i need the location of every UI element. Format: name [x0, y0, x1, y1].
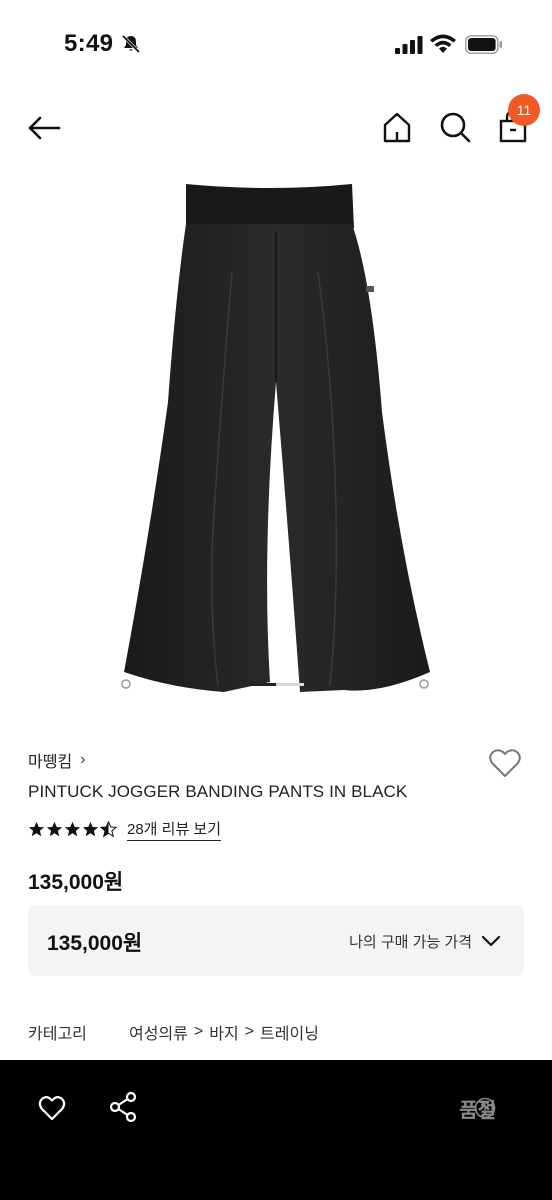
signal-icon — [395, 36, 423, 54]
star-icon — [64, 821, 81, 837]
star-half-icon — [100, 821, 117, 838]
back-arrow-icon — [28, 116, 61, 140]
bottom-action-bar: 품절 — [0, 1060, 552, 1200]
purchase-price-value: 135,000원 — [47, 932, 143, 955]
category-breadcrumb: 여성의류 > 바지 > 트레이닝 — [129, 1020, 319, 1044]
wifi-icon — [430, 34, 456, 53]
brand-link[interactable]: 마뗑킴 › — [28, 748, 86, 772]
home-icon[interactable] — [378, 108, 416, 146]
carousel-dot-active — [248, 683, 276, 686]
category-link-1[interactable]: 여성의류 — [129, 1020, 188, 1044]
wishlist-heart-icon[interactable] — [486, 744, 524, 782]
purchase-price-dropdown[interactable]: 135,000원 나의 구매 가능 가격 — [28, 906, 524, 976]
cart-count-badge: 11 — [508, 94, 540, 126]
status-bar: 5:49 — [0, 0, 552, 92]
category-link-3[interactable]: 트레이닝 — [260, 1020, 319, 1044]
rating-row: 28개 리뷰 보기 — [28, 818, 222, 841]
share-icon[interactable] — [107, 1090, 139, 1124]
carousel-dot — [276, 683, 304, 686]
product-title: PINTUCK JOGGER BANDING PANTS IN BLACK — [28, 782, 408, 801]
review-link[interactable]: 28개 리뷰 보기 — [127, 818, 222, 841]
search-icon[interactable] — [436, 108, 474, 146]
brand-name: 마뗑킴 — [28, 754, 73, 771]
breadcrumb-separator: > — [244, 1023, 255, 1040]
chevron-down-icon — [481, 935, 501, 947]
help-icon[interactable] — [474, 1097, 496, 1119]
rating-stars — [28, 821, 117, 838]
purchase-price-label: 나의 구매 가능 가격 — [349, 934, 472, 951]
bell-muted-icon — [121, 34, 141, 54]
breadcrumb-separator: > — [193, 1023, 204, 1040]
back-button[interactable] — [24, 108, 64, 148]
star-icon — [28, 821, 45, 837]
top-nav — [0, 92, 552, 172]
category-row: 카테고리 여성의류 > 바지 > 트레이닝 — [28, 1020, 319, 1044]
pants-image — [121, 184, 430, 692]
category-link-2[interactable]: 바지 — [209, 1020, 238, 1044]
status-time: 5:49 — [64, 30, 114, 57]
chevron-right-icon: › — [80, 751, 86, 768]
heart-icon[interactable] — [36, 1092, 68, 1124]
category-label: 카테고리 — [28, 1026, 87, 1043]
star-icon — [82, 821, 99, 837]
product-image[interactable] — [0, 172, 552, 708]
star-icon — [46, 821, 63, 837]
battery-icon — [465, 35, 502, 54]
carousel-indicator — [248, 683, 304, 686]
product-price: 135,000원 — [28, 871, 124, 894]
